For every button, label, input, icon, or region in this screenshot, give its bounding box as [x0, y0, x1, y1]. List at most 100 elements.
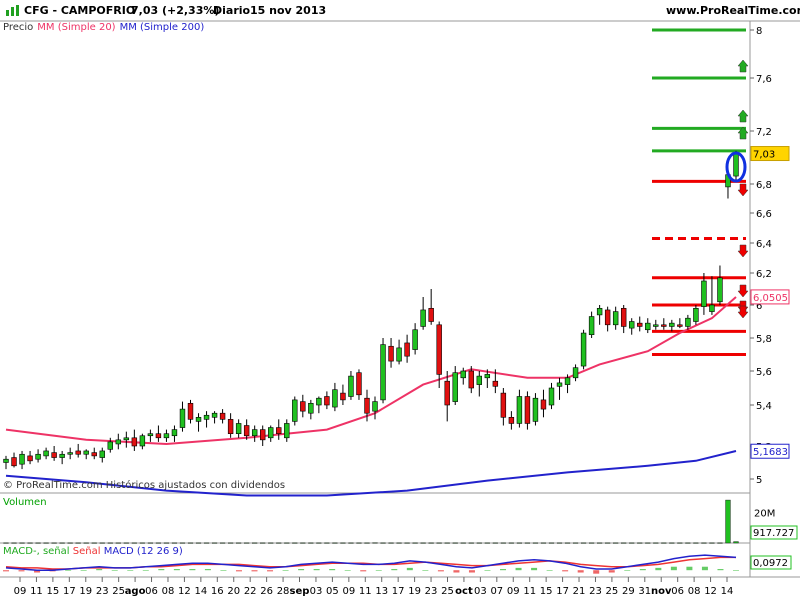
candle-body[interactable]: [508, 416, 515, 424]
candle-body[interactable]: [75, 450, 81, 455]
candle-body[interactable]: [516, 396, 523, 424]
x-tick-label: 08: [688, 586, 701, 597]
candle-body[interactable]: [468, 370, 474, 389]
candle-body[interactable]: [3, 458, 9, 463]
candle-body[interactable]: [332, 389, 338, 408]
candle-body[interactable]: [709, 304, 715, 312]
candle-body[interactable]: [348, 375, 354, 397]
candle-body[interactable]: [717, 277, 723, 303]
candle-body[interactable]: [572, 367, 579, 379]
candle-body[interactable]: [27, 455, 33, 462]
candle-body[interactable]: [211, 412, 218, 418]
candle-body[interactable]: [147, 433, 154, 437]
candle-body[interactable]: [428, 307, 434, 322]
candle-body[interactable]: [380, 344, 386, 401]
candle-body[interactable]: [163, 433, 170, 439]
candle-body[interactable]: [179, 408, 186, 428]
candle-body[interactable]: [340, 392, 346, 401]
candle-body[interactable]: [43, 450, 49, 457]
candle-body[interactable]: [653, 324, 659, 327]
candle-body[interactable]: [235, 423, 242, 435]
candle-body[interactable]: [556, 382, 563, 387]
candle-body[interactable]: [171, 429, 178, 437]
candle-body[interactable]: [115, 439, 122, 445]
candle-body[interactable]: [308, 402, 314, 414]
candle-body[interactable]: [685, 317, 691, 327]
candle-body[interactable]: [316, 397, 322, 406]
candle-body[interactable]: [268, 427, 274, 439]
candle-body[interactable]: [588, 316, 595, 335]
candle-body[interactable]: [227, 419, 234, 435]
candle-body[interactable]: [444, 380, 450, 406]
candle-body[interactable]: [11, 457, 17, 467]
candle-body[interactable]: [131, 437, 138, 447]
candle-body[interactable]: [412, 329, 418, 350]
candle-body[interactable]: [292, 399, 298, 422]
y-tick-label: 5,8: [756, 334, 772, 345]
candle-body[interactable]: [83, 450, 89, 455]
candle-body[interactable]: [476, 375, 483, 385]
candle-body[interactable]: [677, 324, 683, 327]
candle-body[interactable]: [420, 309, 426, 327]
candle-body[interactable]: [396, 347, 402, 362]
candle-body[interactable]: [364, 397, 370, 414]
candle-body[interactable]: [388, 345, 394, 362]
candle-body[interactable]: [612, 311, 619, 326]
price-chart[interactable]: 20M917.727 0,0972 87,67,26,86,66,46,265,…: [0, 0, 800, 600]
candle-body[interactable]: [484, 374, 491, 379]
candle-body[interactable]: [251, 429, 258, 437]
candle-body[interactable]: [219, 412, 226, 420]
candle-body[interactable]: [548, 387, 555, 406]
candle-body[interactable]: [259, 429, 266, 441]
candle-body[interactable]: [324, 396, 330, 406]
candle-body[interactable]: [596, 307, 603, 316]
candle-body[interactable]: [284, 423, 290, 439]
last-quote: 7,03 (+2,33%): [131, 4, 220, 17]
candle-body[interactable]: [540, 399, 547, 410]
candle-body[interactable]: [356, 372, 362, 396]
candle-body[interactable]: [532, 397, 539, 422]
candle-body[interactable]: [452, 372, 458, 402]
candle-body[interactable]: [107, 441, 113, 450]
candle-body[interactable]: [123, 437, 130, 441]
candle-body[interactable]: [693, 307, 699, 322]
candle-body[interactable]: [59, 453, 65, 458]
candle-body[interactable]: [733, 153, 739, 177]
candle-body[interactable]: [187, 402, 194, 420]
candle-body[interactable]: [645, 322, 651, 331]
candle-body[interactable]: [436, 324, 442, 375]
candle-body[interactable]: [91, 452, 97, 457]
candle-body[interactable]: [19, 453, 25, 465]
candle-body[interactable]: [524, 396, 531, 424]
candle-body[interactable]: [99, 450, 105, 458]
x-tick-label: 08: [162, 586, 175, 597]
macd-legend-main: MACD (12 26 9): [103, 546, 183, 557]
candle-body[interactable]: [372, 401, 378, 412]
candle-body[interactable]: [300, 401, 306, 412]
candle-body[interactable]: [701, 280, 707, 307]
candle-body[interactable]: [492, 380, 499, 387]
candle-body[interactable]: [661, 324, 667, 327]
candle-body[interactable]: [203, 414, 210, 420]
candle-body[interactable]: [629, 321, 635, 329]
candle-body[interactable]: [276, 427, 282, 434]
candle-body[interactable]: [35, 453, 41, 460]
candle-body[interactable]: [67, 452, 73, 455]
candle-body[interactable]: [580, 332, 587, 367]
candle-body[interactable]: [604, 309, 611, 326]
candle-body[interactable]: [669, 322, 675, 327]
candle-body[interactable]: [620, 307, 627, 327]
candle-body[interactable]: [139, 435, 146, 447]
volume-bar: [284, 542, 290, 544]
candle-body[interactable]: [637, 322, 643, 327]
candle-body[interactable]: [404, 342, 410, 357]
candle-body[interactable]: [500, 392, 507, 418]
candle-body[interactable]: [243, 425, 250, 437]
candle-body[interactable]: [460, 370, 466, 379]
x-tick-label: 11: [523, 586, 536, 597]
macd-histogram-bar: [251, 570, 258, 572]
candle-body[interactable]: [195, 416, 202, 422]
candle-body[interactable]: [51, 452, 57, 458]
candle-body[interactable]: [564, 377, 571, 385]
candle-body[interactable]: [155, 433, 162, 439]
